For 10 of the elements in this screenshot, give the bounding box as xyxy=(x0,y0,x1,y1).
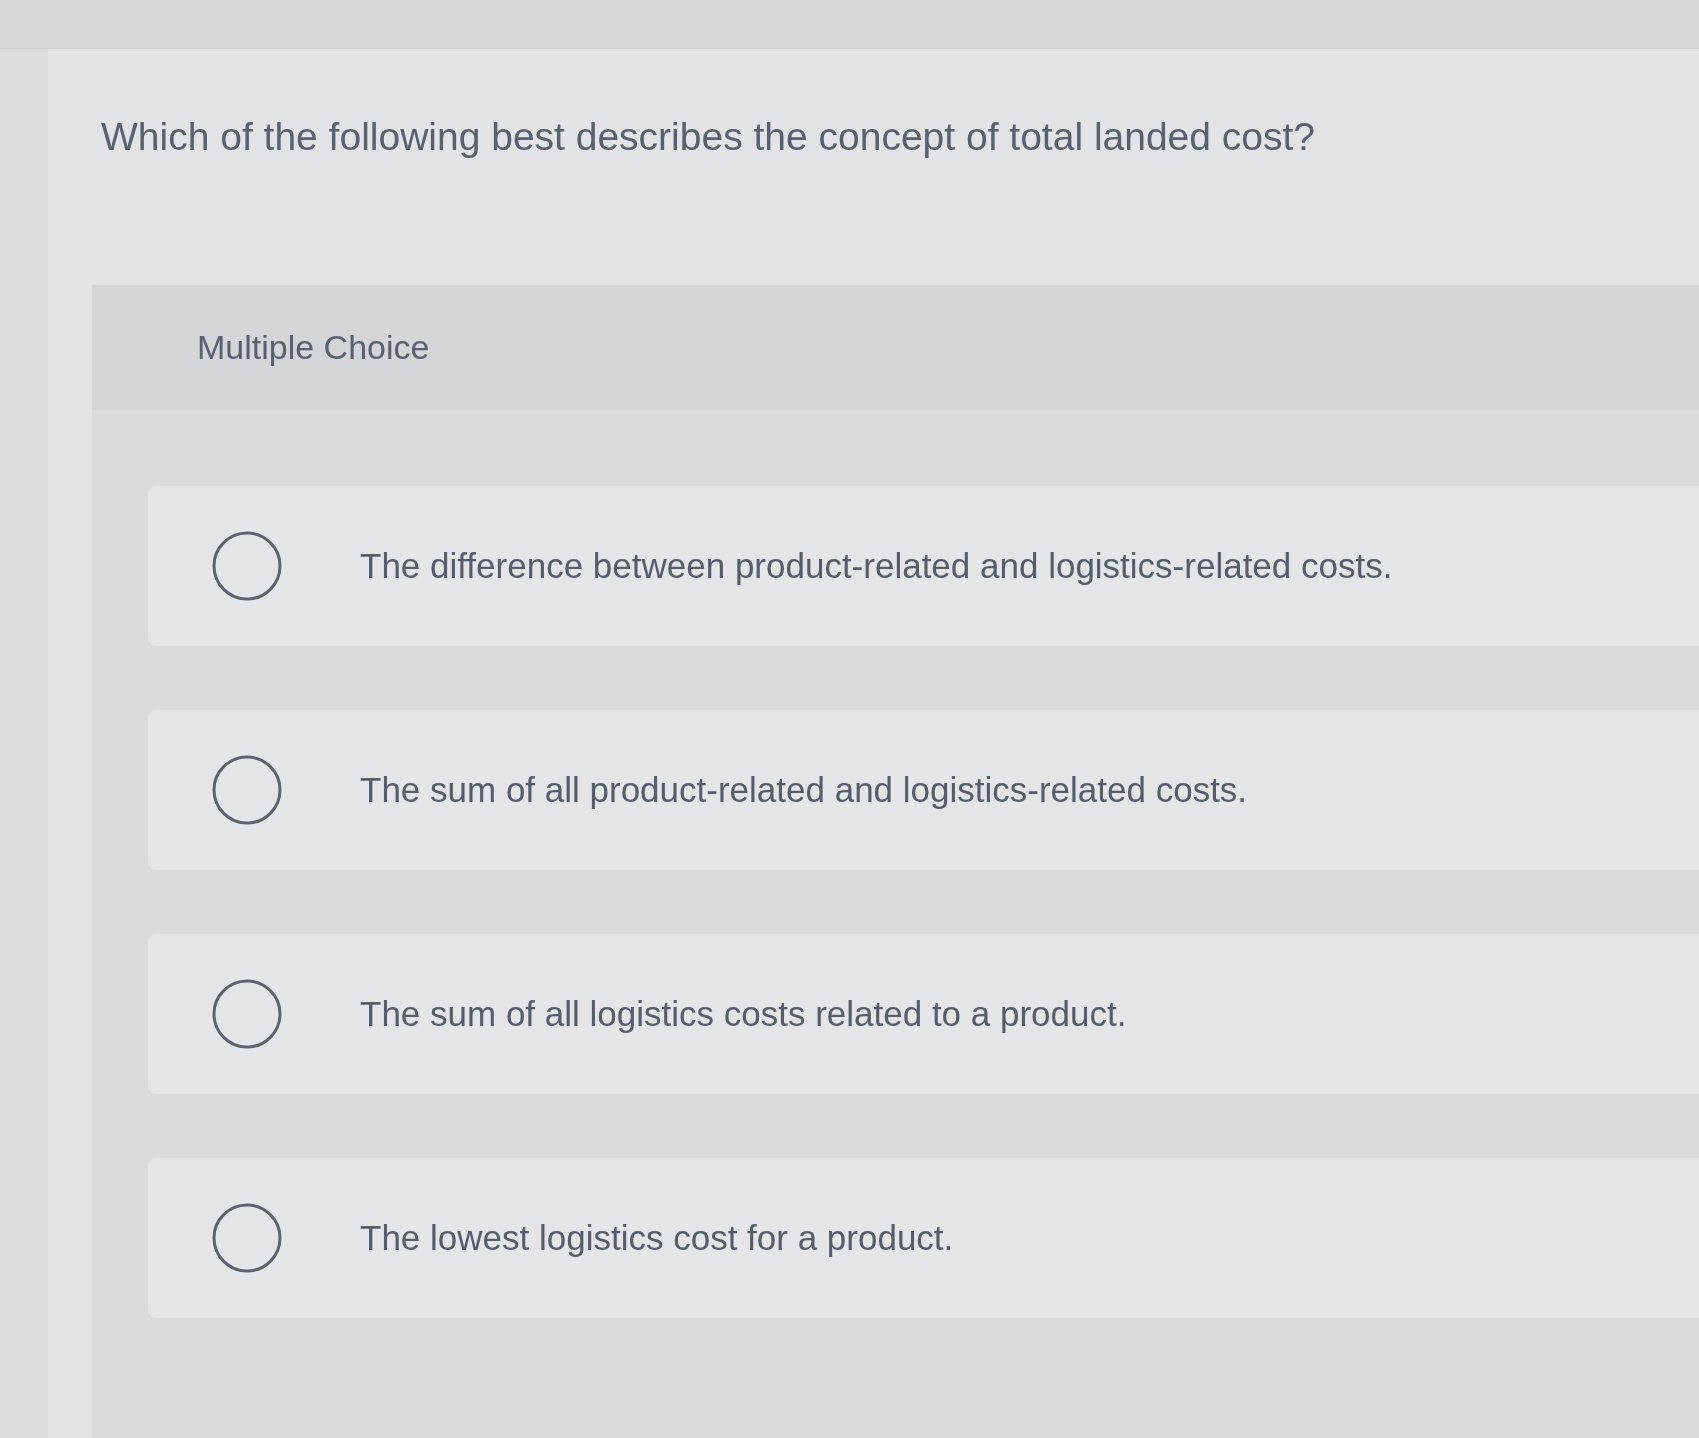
option-text: The difference between product-related and logistics-related costs. xyxy=(360,546,1393,586)
question-text: Which of the following best describes the concept of total landed cost? xyxy=(101,115,1316,159)
radio-button[interactable] xyxy=(212,755,282,825)
option-text: The sum of all logistics costs related to a product. xyxy=(360,994,1127,1034)
radio-button[interactable] xyxy=(212,1203,282,1273)
radio-button[interactable] xyxy=(212,979,282,1049)
radio-button[interactable] xyxy=(212,531,282,601)
option-text: The sum of all product-related and logistics-related costs. xyxy=(360,770,1248,810)
question-type-label: Multiple Choice xyxy=(197,328,430,367)
option-text: The lowest logistics cost for a product. xyxy=(360,1218,954,1258)
